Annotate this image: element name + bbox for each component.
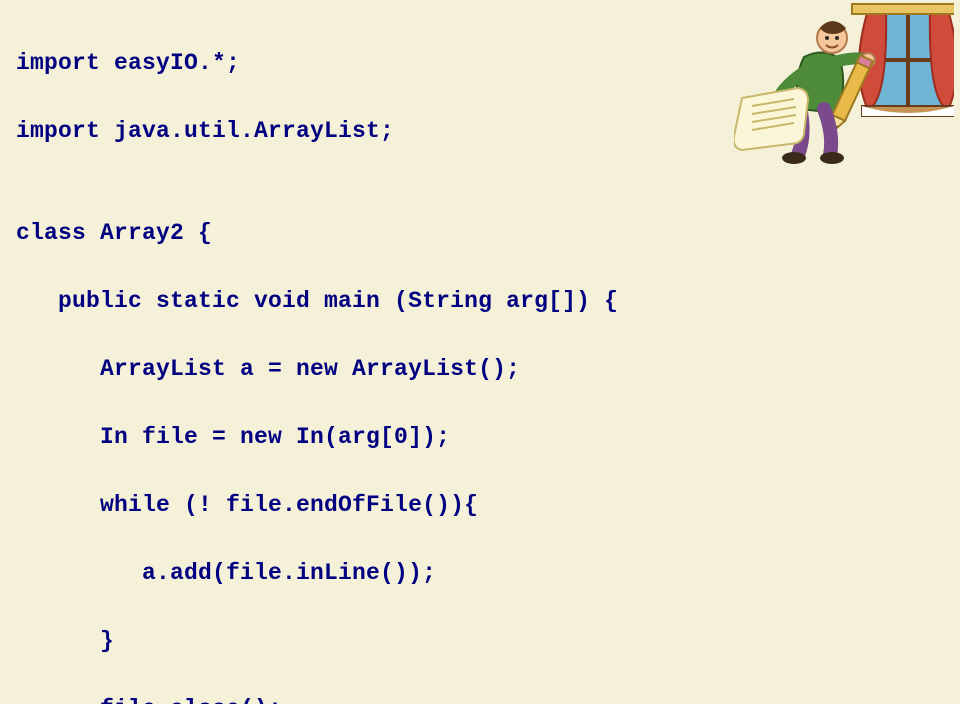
code-line: while (! file.endOfFile()){ xyxy=(16,488,960,522)
code-line: class Array2 { xyxy=(16,216,960,250)
code-line: public static void main (String arg[]) { xyxy=(16,284,960,318)
code-line: ArrayList a = new ArrayList(); xyxy=(16,352,960,386)
code-line: a.add(file.inLine()); xyxy=(16,556,960,590)
writer-at-window-icon xyxy=(734,2,954,172)
decorative-illustration xyxy=(734,2,954,172)
slide-page: import easyIO.*; import java.util.ArrayL… xyxy=(0,0,960,704)
code-line: In file = new In(arg[0]); xyxy=(16,420,960,454)
code-line: } xyxy=(16,624,960,658)
code-line: file.close(); xyxy=(16,692,960,704)
